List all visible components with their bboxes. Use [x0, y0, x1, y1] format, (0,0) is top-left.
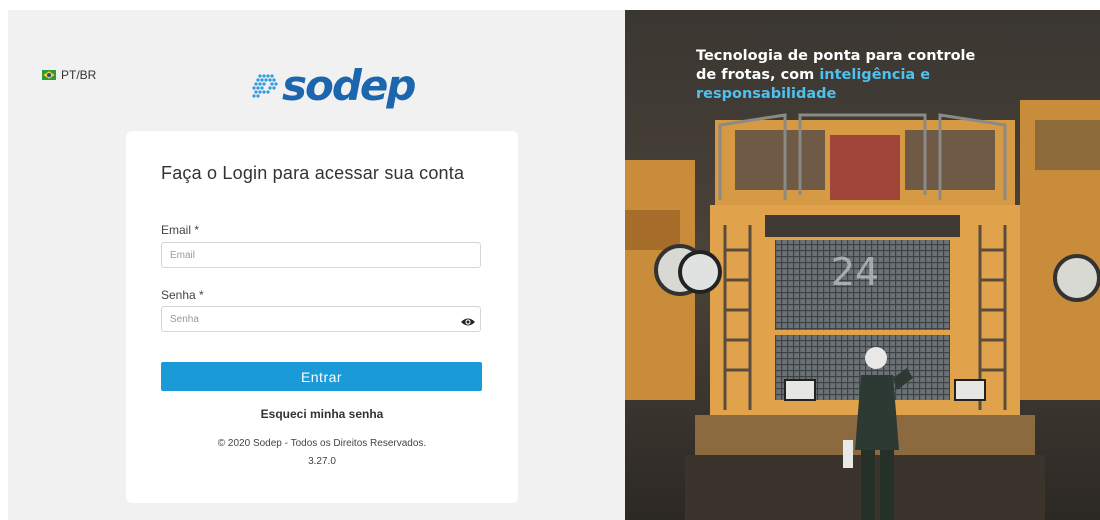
- email-input[interactable]: [161, 242, 481, 268]
- copyright-text: © 2020 Sodep - Todos os Direitos Reserva…: [217, 438, 427, 449]
- brand-logo: sodep: [250, 61, 416, 110]
- password-input[interactable]: [161, 306, 481, 332]
- truck-number: 24: [831, 250, 879, 294]
- language-selector[interactable]: PT/BR: [42, 68, 96, 82]
- login-pane: PT/BR sodep Faça o Login para acessar su…: [8, 10, 625, 520]
- password-label: Senha *: [161, 288, 204, 302]
- language-label: PT/BR: [61, 68, 97, 82]
- eye-icon[interactable]: [460, 316, 476, 328]
- brand-name: sodep: [282, 61, 416, 110]
- login-title: Faça o Login para acessar sua conta: [161, 163, 465, 183]
- login-button[interactable]: Entrar: [161, 362, 482, 391]
- login-card: Faça o Login para acessar sua conta Emai…: [126, 131, 518, 503]
- brazil-flag-icon: [42, 70, 56, 80]
- email-label: Email *: [161, 223, 200, 237]
- hero-headline: Tecnologia de ponta para controle de fro…: [696, 47, 996, 104]
- hero-panel: 24 Tecnologia de ponta para controle de …: [625, 10, 1100, 520]
- dots-logo-icon: [252, 74, 278, 98]
- forgot-password-link[interactable]: Esqueci minha senha: [126, 407, 518, 421]
- version-text: 3.27.0: [308, 456, 336, 467]
